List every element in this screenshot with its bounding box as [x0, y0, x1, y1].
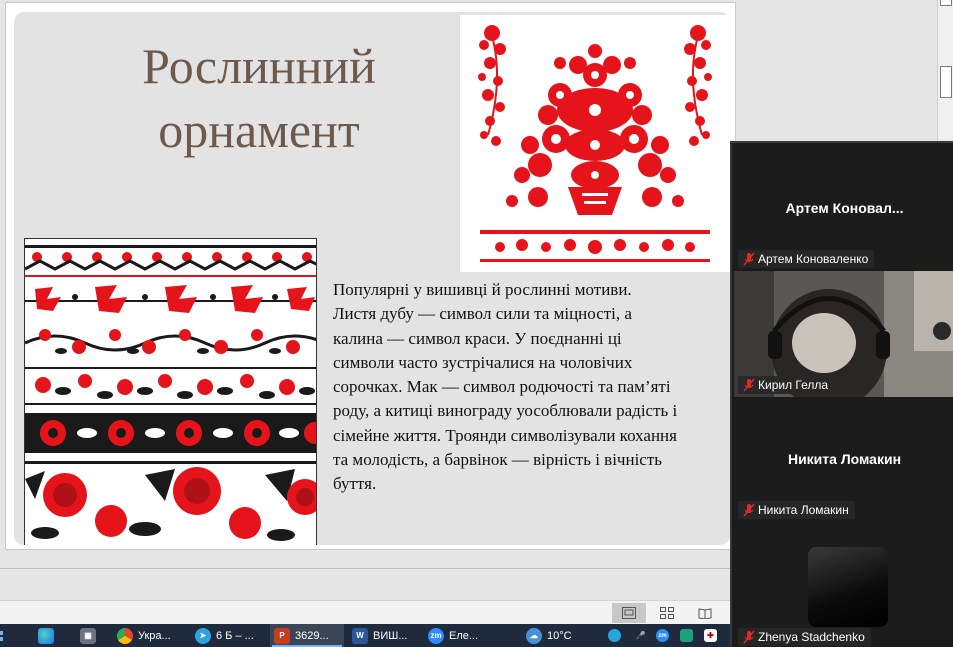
participant-video-tile[interactable]: Кирил Гелла: [734, 271, 953, 397]
tray-mic[interactable]: 🎤: [634, 624, 652, 647]
taskbar-zoom[interactable]: zm Еле...: [428, 624, 498, 647]
telegram-icon: ➤: [195, 627, 211, 644]
windows-taskbar: ▦ Укра... ➤ 6 Б – ... P 3629... W ВИШ...…: [0, 624, 730, 647]
weather-temp: 10°C: [547, 629, 572, 642]
taskbar-telegram[interactable]: ➤ 6 Б – ...: [195, 624, 265, 647]
taskbar-start-edge[interactable]: [0, 624, 10, 647]
participant-label-text: Никита Ломакин: [758, 503, 849, 517]
taskbar-label: Еле...: [449, 629, 479, 642]
weather-icon: ☁: [526, 627, 542, 644]
scrollbar-thumb-top[interactable]: [940, 0, 952, 6]
muted-mic-icon: [743, 503, 755, 517]
left-vine: [478, 25, 506, 146]
slide-canvas[interactable]: Рослинний орнамент Популярні у вишивці й…: [5, 2, 736, 550]
slide-title[interactable]: Рослинний орнамент: [104, 34, 414, 162]
slide-body-text[interactable]: Популярні у вишивці й рослинні мотиви. Л…: [333, 278, 678, 497]
taskbar-label: 3629...: [295, 629, 329, 642]
calculator-icon: ▦: [80, 627, 96, 644]
participant-tile[interactable]: Никита Ломакин Никита Ломакин: [734, 399, 953, 525]
taskbar-label: Укра...: [138, 629, 171, 642]
participant-display-name: Никита Ломакин: [787, 451, 902, 467]
chrome-icon: [117, 627, 133, 644]
muted-mic-icon: [743, 378, 755, 392]
tray-green-app[interactable]: [680, 624, 698, 647]
tree-ornament-graphic: [478, 25, 712, 262]
participant-label-text: Кирил Гелла: [758, 378, 829, 392]
word-icon: W: [352, 627, 368, 644]
taskbar-powerpoint[interactable]: P 3629...: [270, 624, 344, 647]
telegram-tray-icon: [608, 629, 621, 642]
participant-name-label: Кирил Гелла: [738, 376, 835, 394]
edge-icon: [38, 627, 54, 644]
vertical-scrollbar[interactable]: [937, 0, 953, 140]
slide: Рослинний орнамент Популярні у вишивці й…: [14, 12, 730, 545]
defender-icon: ✚: [704, 629, 717, 642]
windows-start-icon: [0, 630, 3, 641]
participant-tile[interactable]: Zhenya Stadchenko: [734, 527, 953, 647]
participant-name-label: Никита Ломакин: [738, 501, 855, 519]
participant-name-label: Zhenya Stadchenko: [738, 628, 871, 646]
taskbar-weather[interactable]: ☁ 10°C: [526, 624, 592, 647]
taskbar-word[interactable]: W ВИШ...: [352, 624, 422, 647]
embroidery-pattern-graphic: [25, 239, 316, 545]
reading-view-icon: [698, 608, 712, 619]
green-app-icon: [680, 629, 693, 642]
tray-telegram[interactable]: [608, 624, 626, 647]
zoom-icon: zm: [428, 627, 444, 644]
zoom-participants-panel: Артем Коновал... Артем Коноваленко Кирил…: [730, 141, 953, 647]
slide-title-line2: орнамент: [158, 102, 360, 158]
taskbar-calculator[interactable]: ▦: [80, 624, 106, 647]
zoom-tray-icon: zm: [656, 629, 669, 642]
participant-name-label: Артем Коноваленко: [738, 250, 875, 268]
muted-mic-icon: [743, 630, 755, 644]
participant-label-text: Артем Коноваленко: [758, 252, 869, 266]
slide-title-line1: Рослинний: [142, 38, 376, 94]
normal-view-button[interactable]: [612, 603, 646, 623]
reading-view-button[interactable]: [688, 603, 722, 623]
taskbar-label: ВИШ...: [373, 629, 408, 642]
embroidery-pattern-image[interactable]: [24, 238, 317, 545]
slide-sorter-icon: [660, 607, 674, 619]
tray-zoom[interactable]: zm: [656, 624, 674, 647]
slide-sorter-view-button[interactable]: [650, 603, 684, 623]
mic-tray-icon: 🎤: [634, 629, 647, 642]
taskbar-label: 6 Б – ...: [216, 629, 254, 642]
muted-mic-icon: [743, 252, 755, 266]
participant-display-name: Артем Коновал...: [785, 200, 904, 216]
scrollbar-thumb[interactable]: [940, 66, 952, 98]
taskbar-chrome[interactable]: Укра...: [117, 624, 187, 647]
participant-label-text: Zhenya Stadchenko: [758, 630, 865, 644]
participant-avatar: [808, 547, 888, 627]
tree-ornament-image[interactable]: [460, 15, 730, 272]
normal-view-icon: [622, 607, 636, 619]
taskbar-edge[interactable]: [38, 624, 64, 647]
powerpoint-icon: P: [274, 627, 290, 644]
participant-tile[interactable]: Артем Коновал... Артем Коноваленко: [734, 143, 953, 269]
tray-defender[interactable]: ✚: [704, 624, 722, 647]
